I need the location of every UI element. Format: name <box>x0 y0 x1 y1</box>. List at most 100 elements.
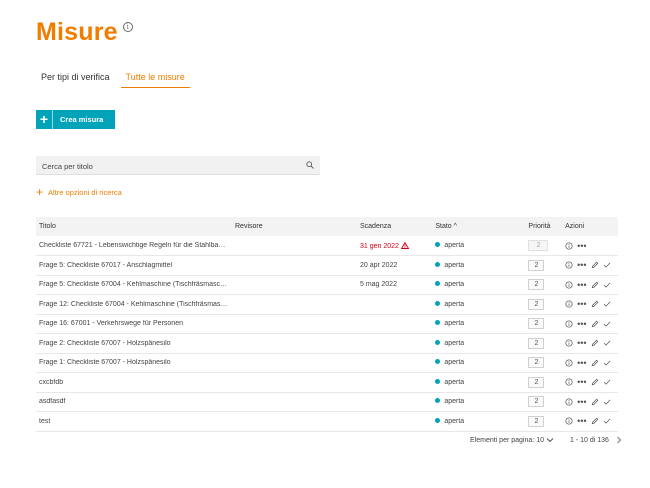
column-header-state[interactable]: Stato ^ <box>432 217 526 236</box>
more-icon[interactable]: ••• <box>577 261 586 270</box>
info-icon[interactable] <box>565 320 573 328</box>
more-icon[interactable]: ••• <box>577 378 586 387</box>
info-icon[interactable] <box>565 261 573 269</box>
more-icon[interactable]: ••• <box>577 241 586 250</box>
pagination: Elementi per pagina: 10 1 - 10 di 136 <box>470 436 622 444</box>
check-icon[interactable] <box>603 417 611 425</box>
priority-badge: 2 <box>528 396 545 408</box>
info-icon[interactable] <box>565 398 573 406</box>
row-reviewer <box>232 353 357 373</box>
table-row[interactable]: asdfasdf aperta 2 ••• <box>36 392 618 412</box>
row-due-cell <box>357 314 433 334</box>
row-title[interactable]: Frage 16: 67001 - Verkehrswege für Perso… <box>39 320 229 327</box>
items-per-page-select[interactable]: 10 <box>536 437 554 444</box>
more-icon[interactable]: ••• <box>577 339 586 348</box>
info-icon[interactable] <box>565 417 573 425</box>
info-icon[interactable] <box>565 378 573 386</box>
row-title-cell: cxcbfdb <box>36 372 232 393</box>
row-priority-cell: 2 <box>525 333 563 354</box>
row-title[interactable]: Frage 5: Checkliste 67017 - Anschlagmitt… <box>39 262 229 269</box>
column-header-actions: Azioni <box>562 217 618 236</box>
edit-icon[interactable] <box>591 320 599 328</box>
more-icon[interactable]: ••• <box>577 319 586 328</box>
row-title[interactable]: Frage 1: Checkliste 67007 - Holzspänesil… <box>39 359 229 366</box>
more-icon[interactable]: ••• <box>577 300 586 309</box>
search-input[interactable] <box>36 157 296 176</box>
more-search-options-link[interactable]: + Altre opzioni di ricerca <box>36 186 122 198</box>
row-state-cell: aperta <box>432 275 526 295</box>
info-icon[interactable] <box>565 359 573 367</box>
row-state-cell: aperta <box>432 353 526 373</box>
edit-icon[interactable] <box>591 359 599 367</box>
row-due-cell <box>357 411 433 432</box>
info-icon[interactable] <box>565 300 573 308</box>
row-state: aperta <box>444 339 465 347</box>
info-icon[interactable] <box>565 241 573 250</box>
table-row[interactable]: Checkliste 67721 - Lebenswichtige Regeln… <box>36 236 618 256</box>
row-actions: ••• <box>562 275 618 295</box>
check-icon[interactable] <box>603 339 611 347</box>
row-title[interactable]: cxcbfdb <box>39 379 229 386</box>
row-priority-cell: 2 <box>525 392 563 412</box>
edit-icon[interactable] <box>591 398 599 406</box>
more-icon[interactable]: ••• <box>577 358 586 367</box>
edit-icon[interactable] <box>591 300 599 308</box>
info-icon[interactable] <box>565 281 573 289</box>
edit-icon[interactable] <box>591 261 599 269</box>
check-icon[interactable] <box>603 378 611 386</box>
row-priority-cell: 2 <box>525 411 563 432</box>
status-dot <box>435 320 441 326</box>
table-row[interactable]: Frage 1: Checkliste 67007 - Holzspänesil… <box>36 353 618 373</box>
row-reviewer <box>232 294 357 315</box>
status-dot <box>435 281 441 287</box>
edit-icon[interactable] <box>591 281 599 289</box>
edit-icon[interactable] <box>591 339 599 347</box>
row-due-cell <box>357 372 433 393</box>
chevron-right-icon[interactable] <box>616 436 622 444</box>
row-due-cell: 31 gen 2022 <box>357 236 433 256</box>
check-icon[interactable] <box>603 398 611 406</box>
more-icon[interactable]: ••• <box>577 397 586 406</box>
check-icon[interactable] <box>603 300 611 308</box>
row-title[interactable]: asdfasdf <box>39 398 229 405</box>
row-title[interactable]: Frage 12: Checkliste 67004 - Kehlmaschin… <box>39 301 229 308</box>
table-row[interactable]: test aperta 2 ••• <box>36 411 618 432</box>
status-dot <box>435 261 441 267</box>
table-row[interactable]: cxcbfdb aperta 2 ••• <box>36 372 618 393</box>
column-header-title[interactable]: Titolo <box>36 217 232 236</box>
status-dot <box>435 417 441 423</box>
tab-tutte-le-misure[interactable]: Tutte le misure <box>120 68 190 88</box>
create-measure-button[interactable]: + Crea misura <box>36 110 115 129</box>
table-row[interactable]: Frage 12: Checkliste 67004 - Kehlmaschin… <box>36 294 618 315</box>
tab-per-tipi-di-verifica[interactable]: Per tipi di verifica <box>36 68 115 88</box>
more-icon[interactable]: ••• <box>577 417 586 426</box>
row-actions: ••• <box>562 236 618 256</box>
row-actions: ••• <box>562 353 618 373</box>
check-icon[interactable] <box>603 261 611 269</box>
edit-icon[interactable] <box>591 378 599 386</box>
more-icon[interactable]: ••• <box>577 280 586 289</box>
check-icon[interactable] <box>603 359 611 367</box>
table-row[interactable]: Frage 16: 67001 - Verkehrswege für Perso… <box>36 314 618 334</box>
row-title[interactable]: Frage 5: Checkliste 67004 - Kehlmaschine… <box>39 281 229 288</box>
row-title[interactable]: Checkliste 67721 - Lebenswichtige Regeln… <box>39 242 229 249</box>
table-header-row: Titolo Revisore Scadenza Stato ^ Priorit… <box>36 217 618 236</box>
status-dot <box>435 339 441 345</box>
priority-badge: 2 <box>528 240 549 251</box>
check-icon[interactable] <box>603 281 611 289</box>
row-due-cell <box>357 353 433 373</box>
table-row[interactable]: Frage 5: Checkliste 67017 - Anschlagmitt… <box>36 255 618 276</box>
column-header-priority[interactable]: Priorità <box>525 217 563 236</box>
info-icon[interactable] <box>565 339 573 347</box>
column-header-reviewer[interactable]: Revisore <box>232 217 357 236</box>
search-icon[interactable] <box>306 161 314 169</box>
check-icon[interactable] <box>603 320 611 328</box>
table-row[interactable]: Frage 5: Checkliste 67004 - Kehlmaschine… <box>36 275 618 295</box>
row-title[interactable]: test <box>39 418 229 425</box>
column-header-due-date[interactable]: Scadenza <box>357 217 433 236</box>
row-due-cell <box>357 294 433 315</box>
row-title[interactable]: Frage 2: Checkliste 67007 - Holzspänesil… <box>39 340 229 347</box>
edit-icon[interactable] <box>591 417 599 425</box>
table-row[interactable]: Frage 2: Checkliste 67007 - Holzspänesil… <box>36 333 618 354</box>
info-icon[interactable]: i <box>122 22 133 32</box>
